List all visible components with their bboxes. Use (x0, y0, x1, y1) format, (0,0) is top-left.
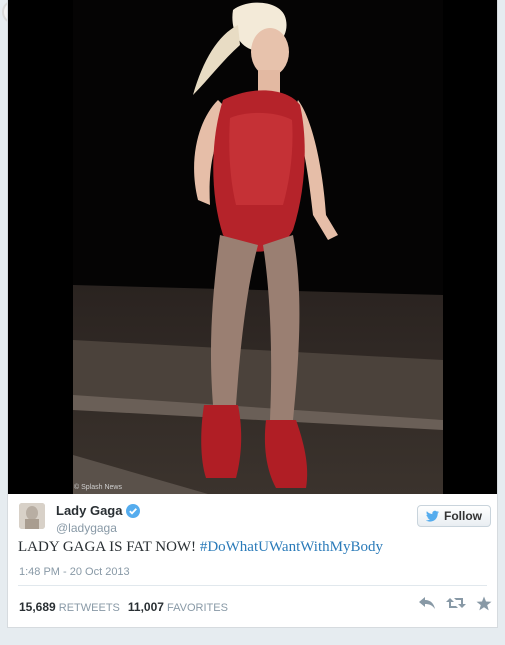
photo-credit: © Splash News (74, 484, 122, 491)
favorites-count: 11,007 (127, 600, 164, 614)
twitter-bird-icon (426, 510, 439, 522)
reply-icon[interactable] (418, 596, 436, 615)
follow-button[interactable]: Follow (417, 505, 491, 527)
tweet-timestamp[interactable]: 1:48 PM - 20 Oct 2013 (19, 566, 130, 578)
performer-image (8, 0, 497, 494)
star-icon[interactable] (476, 596, 492, 615)
user-handle[interactable]: @ladygaga (56, 521, 117, 535)
favorites-label: FAVORITES (167, 602, 228, 614)
follow-label: Follow (444, 509, 482, 523)
tweet-body: LADY GAGA IS FAT NOW! (18, 539, 197, 555)
tweet-stats: 15,689 RETWEETS 11,007 FAVORITES (19, 600, 228, 614)
retweets-label: RETWEETS (58, 602, 120, 614)
retweets-stat[interactable]: 15,689 RETWEETS (19, 600, 120, 614)
retweets-count: 15,689 (19, 600, 56, 614)
tweet-card: © Splash News Lady Gaga @ladygaga Follow… (7, 0, 498, 628)
hashtag-link[interactable]: #DoWhatUWantWithMyBody (200, 539, 383, 555)
favorites-stat[interactable]: 11,007 FAVORITES (128, 600, 228, 614)
tweet-photo[interactable]: © Splash News (8, 0, 497, 494)
verified-check-icon (126, 503, 141, 518)
retweet-icon[interactable] (446, 596, 466, 615)
tweet-actions (418, 596, 492, 615)
avatar-image (19, 503, 45, 529)
divider (18, 585, 487, 586)
user-name-text: Lady Gaga (56, 503, 123, 518)
user-name[interactable]: Lady Gaga (56, 503, 141, 518)
avatar[interactable] (19, 503, 45, 529)
tweet-text: LADY GAGA IS FAT NOW! #DoWhatUWantWithMy… (18, 539, 383, 556)
